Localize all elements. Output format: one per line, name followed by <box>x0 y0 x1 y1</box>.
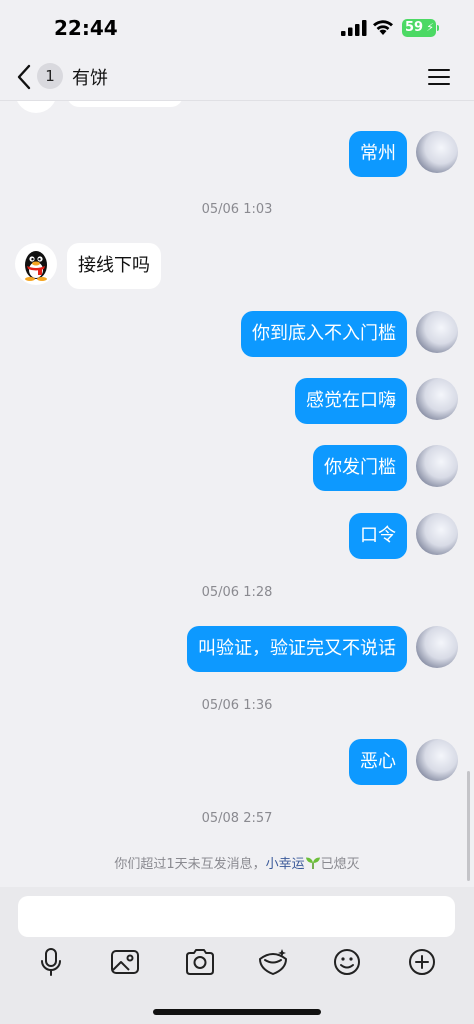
message-bubble-outgoing[interactable]: 感觉在口嗨 <box>295 378 407 424</box>
signal-icon <box>341 20 367 36</box>
menu-icon[interactable] <box>428 68 450 86</box>
camera-icon[interactable] <box>183 945 217 979</box>
charging-bolt-icon: ⚡ <box>426 21 434 34</box>
chat-header: 1 有饼 <box>0 56 474 100</box>
notice-highlight-link[interactable]: 小幸运 <box>266 857 305 872</box>
red-packet-icon[interactable] <box>256 945 290 979</box>
message-bubble-outgoing[interactable]: 你到底入不入门槛 <box>241 311 407 357</box>
status-bar: 22:44 59 ⚡ <box>0 0 474 56</box>
message-timestamp: 05/06 1:28 <box>201 585 273 600</box>
message-bubble-outgoing[interactable]: 恶心 <box>349 739 407 785</box>
contact-avatar[interactable] <box>15 101 57 113</box>
user-avatar[interactable] <box>416 131 458 173</box>
user-avatar[interactable] <box>416 378 458 420</box>
plus-icon[interactable] <box>405 945 439 979</box>
message-timestamp: 05/08 2:57 <box>201 811 273 826</box>
message-bubble-outgoing[interactable]: 常州 <box>349 131 407 177</box>
message-timestamp: 05/06 1:36 <box>201 698 273 713</box>
input-toolbar <box>0 887 474 1024</box>
battery-indicator: 59 ⚡ <box>402 19 436 37</box>
image-icon[interactable] <box>108 945 142 979</box>
notice-prefix: 你们超过1天未互发消息， <box>114 857 266 872</box>
back-chevron-icon[interactable] <box>12 62 36 92</box>
user-avatar[interactable] <box>416 513 458 555</box>
message-bubble-outgoing[interactable]: 口令 <box>349 513 407 559</box>
notice-suffix: 已熄灭 <box>320 857 360 872</box>
message-bubble-incoming[interactable] <box>67 101 183 107</box>
sprout-icon <box>305 857 320 869</box>
user-avatar[interactable] <box>416 311 458 353</box>
message-bubble-outgoing[interactable]: 叫验证，验证完又不说话 <box>187 626 407 672</box>
microphone-icon[interactable] <box>34 945 68 979</box>
qq-penguin-icon <box>25 251 47 281</box>
message-bubble-outgoing[interactable]: 你发门槛 <box>313 445 407 491</box>
user-avatar[interactable] <box>416 445 458 487</box>
message-bubble-incoming[interactable]: 接线下吗 <box>67 243 161 289</box>
message-list[interactable]: 常州 05/06 1:03 接线下吗 你到底入不入门槛 感觉在口嗨 你发门槛 口… <box>0 101 474 887</box>
status-time: 22:44 <box>54 16 118 40</box>
chat-title: 有饼 <box>72 68 108 89</box>
battery-cap <box>437 25 439 31</box>
message-input[interactable] <box>18 896 455 937</box>
home-indicator[interactable] <box>153 1009 321 1015</box>
user-avatar[interactable] <box>416 739 458 781</box>
friendship-spark-notice: 你们超过1天未互发消息，小幸运 已熄灭 <box>0 853 474 872</box>
scrollbar-thumb[interactable] <box>467 771 470 881</box>
user-avatar[interactable] <box>416 626 458 668</box>
battery-level: 59 <box>405 20 424 35</box>
unread-count-badge[interactable]: 1 <box>37 63 63 89</box>
wifi-icon <box>373 20 393 35</box>
message-timestamp: 05/06 1:03 <box>201 202 273 217</box>
contact-avatar[interactable] <box>15 243 57 285</box>
emoji-icon[interactable] <box>330 945 364 979</box>
